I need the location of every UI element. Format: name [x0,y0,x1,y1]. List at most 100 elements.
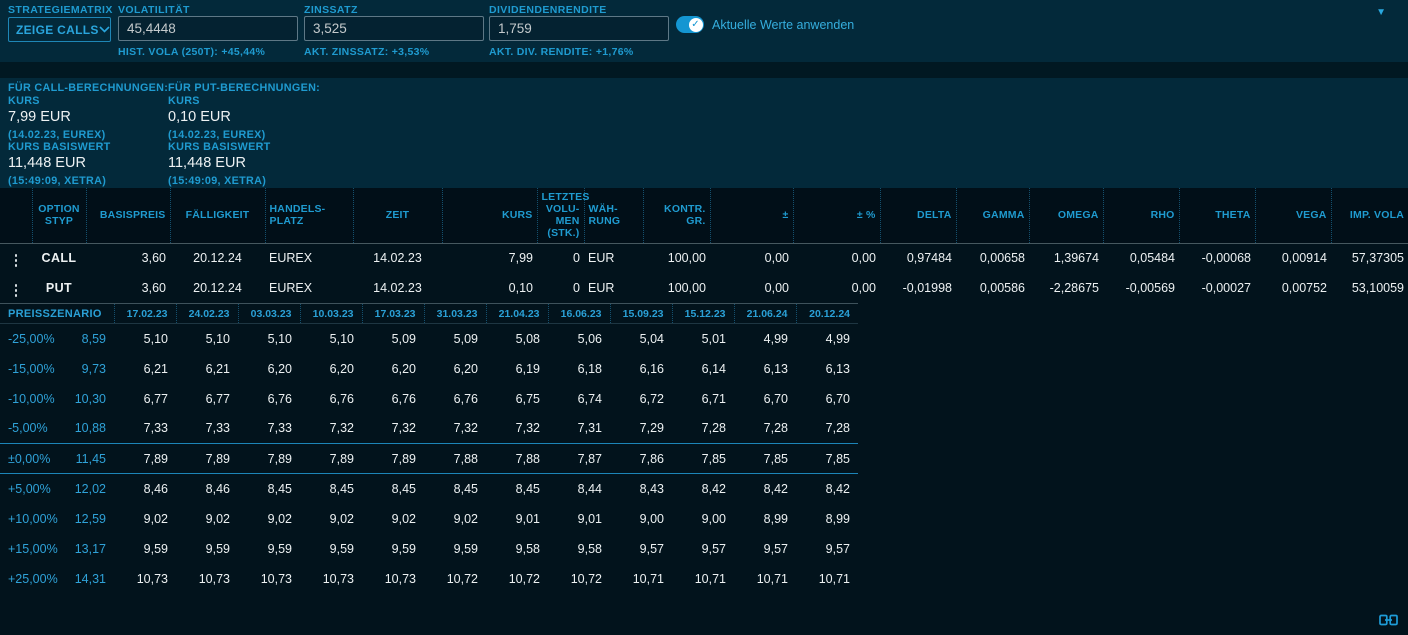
dividend-input[interactable] [489,16,669,41]
link-icon[interactable] [1379,614,1398,626]
scenario-value-cell: 7,89 [238,444,300,474]
scenario-pct-cell: -5,00% [0,414,58,444]
options-cell: -0,00068 [1179,243,1255,273]
scenario-value-cell: 5,10 [114,324,176,354]
scenario-value-cell: 6,20 [300,354,362,384]
interest-hint: AKT. ZINSSATZ: +3,53% [304,46,429,58]
options-cell: 0 [537,243,584,273]
options-cell: 0,10 [442,273,537,303]
options-header-16: THETA [1179,188,1255,243]
scenario-value-cell: 8,45 [238,474,300,504]
options-row[interactable]: CALL3,6020.12.24EUREX14.02.237,990EUR100… [0,243,1408,273]
scenario-value-cell: 7,32 [486,414,548,444]
scenario-value-cell: 9,59 [238,534,300,564]
options-row-menu-cell [0,243,32,273]
scenario-value-cell: 6,20 [362,354,424,384]
scenario-value-cell: 7,88 [486,444,548,474]
strategy-matrix-panel: STRATEGIEMATRIX ZEIGE CALLS VOLATILITÄT … [0,0,1408,635]
scenario-value-cell: 7,89 [300,444,362,474]
scenario-value-cell: 5,10 [238,324,300,354]
scenario-value-cell: 9,00 [610,504,672,534]
scenario-value-cell: 8,42 [672,474,734,504]
scenario-row-current: ±0,00%11,457,897,897,897,897,897,887,887… [0,444,858,474]
strategy-label: STRATEGIEMATRIX [8,4,113,16]
apply-current-values-toggle[interactable]: ✓ [676,16,704,33]
options-cell: CALL [32,243,86,273]
scenario-value-cell: 9,59 [176,534,238,564]
put-basis-value: 11,448 EUR [168,155,246,171]
scenario-value-cell: 6,19 [486,354,548,384]
dividend-hint: AKT. DIV. RENDITE: +1,76% [489,46,634,58]
scenario-table-head: PREISSZENARIO17.02.2324.02.2303.03.2310.… [0,304,858,324]
scenario-value-cell: 7,85 [672,444,734,474]
scenario-base-price-cell: 13,17 [58,534,114,564]
scenario-value-cell: 6,18 [548,354,610,384]
options-header-6: KURS [442,188,537,243]
scenario-date-header: 15.12.23 [672,304,734,324]
scenario-value-cell: 7,33 [176,414,238,444]
kebab-menu-icon[interactable] [9,250,24,271]
scenario-value-cell: 8,46 [114,474,176,504]
scenario-pct-cell: +25,00% [0,564,58,594]
call-basis-value: 11,448 EUR [8,155,86,171]
scenario-value-cell: 5,04 [610,324,672,354]
scenario-value-cell: 7,32 [362,414,424,444]
scenario-value-cell: 8,42 [734,474,796,504]
options-header-3: FÄLLIGKEIT [170,188,265,243]
scenario-value-cell: 6,20 [424,354,486,384]
collapse-panel-icon[interactable]: ▼ [1376,7,1386,18]
chevron-down-icon [99,26,110,33]
scenario-value-cell: 7,89 [176,444,238,474]
scenario-value-cell: 5,10 [300,324,362,354]
scenario-value-cell: 9,00 [672,504,734,534]
scenario-value-cell: 8,45 [362,474,424,504]
options-table-body: CALL3,6020.12.24EUREX14.02.237,990EUR100… [0,243,1408,303]
options-cell: -0,00569 [1103,273,1179,303]
scenario-date-header: 17.03.23 [362,304,424,324]
scenario-value-cell: 7,28 [796,414,858,444]
options-table: OPTIONSTYPBASISPREISFÄLLIGKEITHANDELS-PL… [0,188,1408,303]
scenario-value-cell: 9,58 [548,534,610,564]
scenario-value-cell: 9,59 [300,534,362,564]
scenario-row: -10,00%10,306,776,776,766,766,766,766,75… [0,384,858,414]
scenario-value-cell: 7,86 [610,444,672,474]
scenario-value-cell: 6,76 [424,384,486,414]
options-cell: 20.12.24 [170,243,265,273]
options-cell: 100,00 [643,243,710,273]
section-divider [0,62,1408,78]
scenario-value-cell: 4,99 [796,324,858,354]
scenario-row: +15,00%13,179,599,599,599,599,599,599,58… [0,534,858,564]
kebab-menu-icon[interactable] [9,280,24,301]
scenario-value-cell: 6,76 [300,384,362,414]
put-info-block: FÜR PUT-BERECHNUNGEN: KURS 0,10 EUR (14.… [168,82,323,184]
options-table-head: OPTIONSTYPBASISPREISFÄLLIGKEITHANDELS-PL… [0,188,1408,243]
interest-label: ZINSSATZ [304,4,358,16]
options-header-10: ± [710,188,793,243]
call-basis-label: KURS BASISWERT [8,141,111,153]
options-cell: 53,10059 [1331,273,1408,303]
options-header-12: DELTA [880,188,956,243]
scenario-value-cell: 6,21 [176,354,238,384]
options-header-14: OMEGA [1029,188,1103,243]
options-header-row: OPTIONSTYPBASISPREISFÄLLIGKEITHANDELS-PL… [0,188,1408,243]
scenario-date-header: 20.12.24 [796,304,858,324]
options-cell: 20.12.24 [170,273,265,303]
scenario-row: +10,00%12,599,029,029,029,029,029,029,01… [0,504,858,534]
scenario-value-cell: 7,87 [548,444,610,474]
price-info-section: FÜR CALL-BERECHNUNGEN: KURS 7,99 EUR (14… [0,78,1408,188]
scenario-value-cell: 9,02 [300,504,362,534]
volatility-input[interactable] [118,16,298,41]
scenario-value-cell: 8,44 [548,474,610,504]
strategy-dropdown[interactable]: ZEIGE CALLS [8,17,111,42]
scenario-value-cell: 7,88 [424,444,486,474]
interest-input[interactable] [304,16,484,41]
options-cell: 3,60 [86,273,170,303]
scenario-row: +5,00%12,028,468,468,458,458,458,458,458… [0,474,858,504]
options-cell: -0,01998 [880,273,956,303]
scenario-value-cell: 5,09 [424,324,486,354]
options-row[interactable]: PUT3,6020.12.24EUREX14.02.230,100EUR100,… [0,273,1408,303]
scenario-value-cell: 6,71 [672,384,734,414]
price-scenario-table: PREISSZENARIO17.02.2324.02.2303.03.2310.… [0,303,858,594]
scenario-row: +25,00%14,3110,7310,7310,7310,7310,7310,… [0,564,858,594]
scenario-base-price-cell: 10,30 [58,384,114,414]
